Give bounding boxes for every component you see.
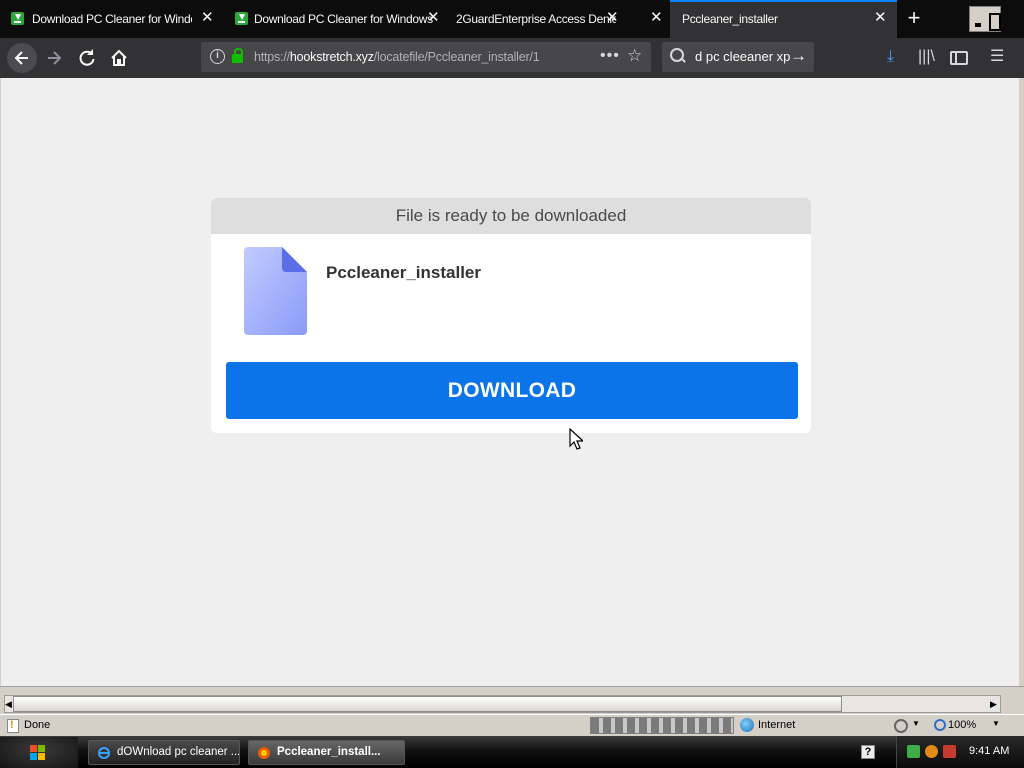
screen: Download PC Cleaner for Window ✕ Downloa… (0, 0, 1024, 768)
download-favicon-icon (235, 12, 248, 25)
bookmark-star-icon[interactable]: ☆ (627, 46, 642, 66)
download-card: File is ready to be downloaded Pccleaner… (211, 198, 811, 433)
search-icon (670, 48, 684, 62)
tab-title: 2GuardEnterprise Access Denied (456, 12, 616, 26)
search-go-icon[interactable]: → (790, 46, 807, 66)
url-text[interactable]: https://hookstretch.xyz/locatefile/Pccle… (254, 50, 570, 64)
search-tray-icon[interactable] (925, 745, 938, 758)
windows-logo-icon (30, 745, 45, 760)
chevron-down-icon[interactable]: ▼ (992, 719, 1000, 728)
home-icon (111, 49, 127, 66)
download-button[interactable]: DOWNLOAD (226, 362, 798, 419)
page-warning-icon[interactable] (7, 719, 19, 733)
back-button[interactable] (7, 43, 37, 73)
taskbar-item-label: Pccleaner_install... (277, 746, 381, 758)
search-input[interactable]: d pc cleeaner xp (695, 49, 791, 64)
page-content: File is ready to be downloaded Pccleaner… (0, 78, 1019, 686)
network-icon[interactable] (907, 745, 920, 758)
internet-zone-globe-icon (740, 718, 754, 732)
zoom-icon[interactable] (934, 719, 946, 731)
tab-pccleaner-installer[interactable]: Pccleaner_installer ✕ (670, 0, 897, 38)
mouse-cursor-icon (569, 428, 583, 450)
tab-close-icon[interactable]: ✕ (606, 10, 619, 26)
tab-close-icon[interactable]: ✕ (874, 10, 887, 26)
reload-button[interactable] (72, 43, 102, 73)
arrow-left-icon (14, 51, 28, 65)
new-tab-button[interactable]: + (903, 6, 925, 30)
library-icon[interactable]: |||\ (918, 47, 935, 67)
zoom-level[interactable]: 100% (948, 719, 976, 731)
scrollbar-thumb[interactable] (13, 696, 842, 712)
tab-close-icon[interactable]: ✕ (650, 10, 663, 26)
status-text: Done (24, 719, 51, 731)
tab-title: Pccleaner_installer (682, 12, 778, 26)
file-name: Pccleaner_installer (326, 263, 481, 282)
status-bar-controls: ▼ 100% ▼ (890, 717, 1024, 735)
scroll-right-arrow-icon[interactable]: ▶ (990, 696, 1000, 712)
url-scheme: https:// (254, 50, 290, 64)
download-favicon-icon (11, 12, 24, 25)
start-button[interactable] (0, 737, 78, 768)
tab-close-icon[interactable]: ✕ (427, 10, 440, 26)
firefox-icon (258, 747, 270, 759)
hamburger-menu-icon[interactable]: ☰ (990, 47, 1004, 67)
url-path: /locatefile/Pccleaner_installer/1 (373, 50, 540, 64)
system-tray: 9:41 AM (896, 736, 1024, 768)
internet-explorer-icon (98, 747, 110, 759)
status-bar: Done Internet ▼ 100% ▼ (0, 714, 1024, 736)
file-icon (244, 247, 307, 335)
lock-icon[interactable] (232, 48, 243, 63)
tab-strip: Download PC Cleaner for Window ✕ Downloa… (0, 0, 1024, 38)
url-bar[interactable]: i https://hookstretch.xyz/locatefile/Pcc… (201, 42, 651, 72)
tab-download-pc-cleaner[interactable]: Download PC Cleaner for Window ✕ (0, 0, 222, 38)
sidebar-icon[interactable] (950, 51, 968, 65)
taskbar-item-label: dOWnload pc cleaner ... (117, 746, 240, 758)
security-alert-icon[interactable] (943, 745, 956, 758)
clock[interactable]: 9:41 AM (969, 745, 1009, 757)
protected-mode-icon[interactable] (894, 719, 908, 733)
card-header: File is ready to be downloaded (211, 198, 811, 234)
url-host: hookstretch.xyz (289, 50, 374, 64)
chevron-down-icon[interactable]: ▼ (912, 719, 920, 728)
taskbar-item-ie[interactable]: dOWnload pc cleaner ... (88, 740, 240, 765)
tab-access-denied[interactable]: 2GuardEnterprise Access Denied ✕ ✕ (444, 0, 670, 38)
window-restore-button[interactable] (969, 6, 1001, 32)
info-icon[interactable]: i (210, 49, 225, 64)
nav-bar: i https://hookstretch.xyz/locatefile/Pcc… (0, 38, 1024, 78)
reload-icon (79, 49, 95, 66)
page-actions-icon[interactable]: ••• (600, 47, 620, 65)
tab-download-pc-cleaner-win7[interactable]: Download PC Cleaner for Windows 7 ✕ (222, 0, 444, 38)
taskbar-item-firefox[interactable]: Pccleaner_install... (248, 740, 405, 765)
security-zone-text: Internet (758, 719, 796, 731)
status-progress-panels (590, 717, 734, 734)
horizontal-scrollbar[interactable]: ◀ ▶ (0, 686, 1024, 714)
home-button[interactable] (104, 43, 134, 73)
downloads-icon[interactable]: ⤓ (887, 47, 894, 67)
forward-button[interactable] (40, 43, 70, 73)
tab-close-icon[interactable]: ✕ (201, 10, 214, 26)
taskbar: dOWnload pc cleaner ... Pccleaner_instal… (0, 736, 1024, 768)
tab-title: Download PC Cleaner for Windows 7 (254, 12, 434, 26)
arrow-right-icon (48, 51, 62, 65)
help-icon[interactable]: ? (861, 745, 875, 759)
window-border (1019, 78, 1024, 686)
search-bar[interactable]: d pc cleeaner xp → (662, 42, 814, 72)
tab-title: Download PC Cleaner for Window (32, 12, 192, 26)
